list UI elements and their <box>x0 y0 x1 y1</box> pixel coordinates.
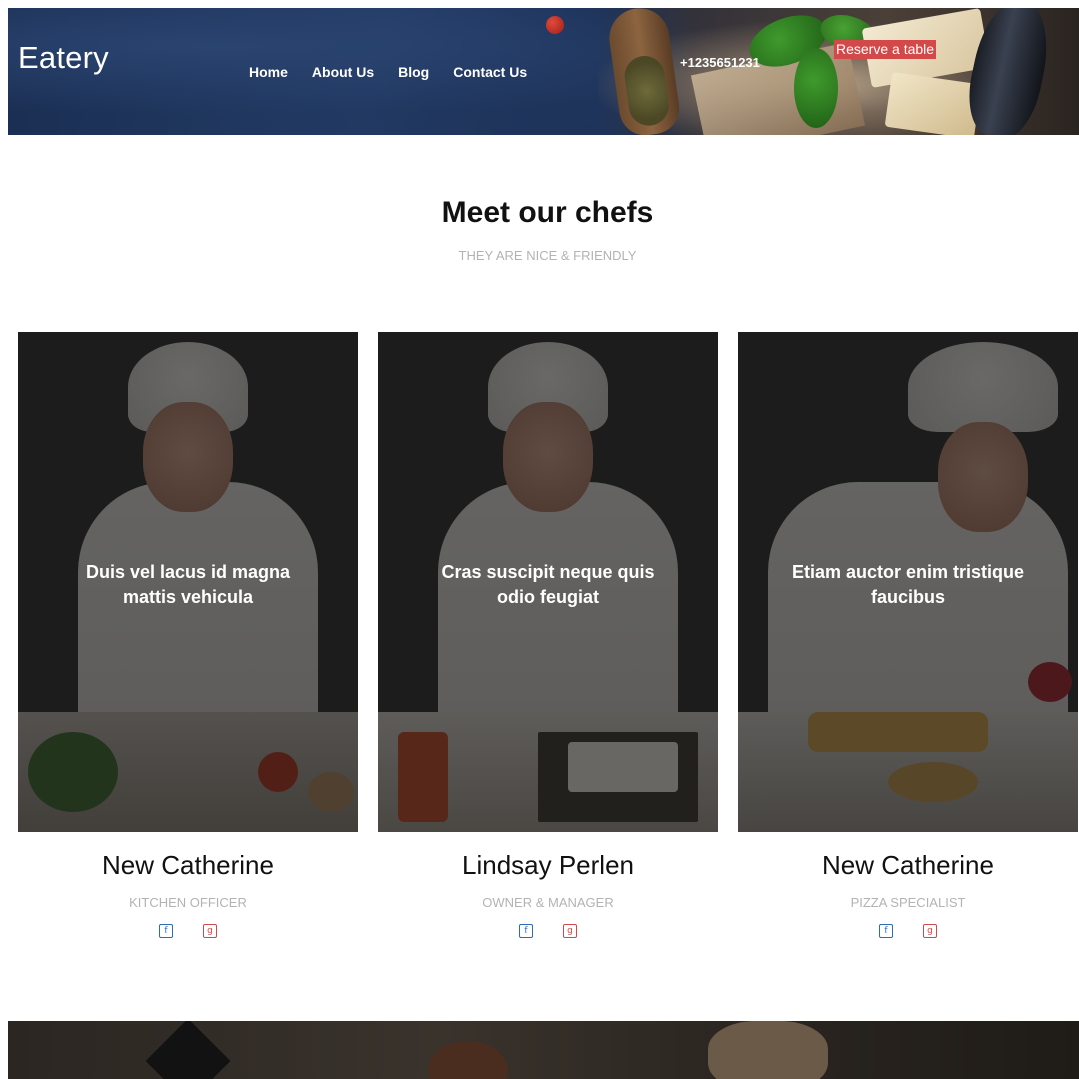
main-nav: Home About Us Blog Contact Us <box>249 64 551 80</box>
nav-about-us[interactable]: About Us <box>312 64 374 80</box>
banner-decor <box>145 1021 231 1079</box>
chef-name: Lindsay Perlen <box>462 850 634 880</box>
banner-decor <box>708 1021 828 1079</box>
chef-photo[interactable]: Etiam auctor enim tristique faucibus <box>738 332 1078 832</box>
site-header: Eatery Home About Us Blog Contact Us +12… <box>8 8 1079 135</box>
section-subtitle: THEY ARE NICE & FRIENDLY <box>458 248 637 263</box>
chef-name: New Catherine <box>102 850 274 880</box>
chef-quote: Cras suscipit neque quis odio feugiat <box>441 562 655 607</box>
google-plus-icon[interactable]: g <box>923 924 937 938</box>
chef-photo[interactable]: Cras suscipit neque quis odio feugiat <box>378 332 718 832</box>
google-plus-icon[interactable]: g <box>563 924 577 938</box>
nav-blog[interactable]: Blog <box>398 64 429 80</box>
chef-card: Duis vel lacus id magna mattis vehicula … <box>18 332 358 938</box>
chef-name: New Catherine <box>822 850 994 880</box>
banner-decor <box>428 1041 508 1079</box>
chef-role: OWNER & MANAGER <box>482 895 614 910</box>
chef-socials: f g <box>738 924 1078 938</box>
chef-photo[interactable]: Duis vel lacus id magna mattis vehicula <box>18 332 358 832</box>
chef-role: KITCHEN OFFICER <box>129 895 247 910</box>
facebook-icon[interactable]: f <box>879 924 893 938</box>
chef-quote: Etiam auctor enim tristique faucibus <box>791 562 1025 607</box>
tomato-decor <box>546 16 564 34</box>
chef-socials: f g <box>18 924 358 938</box>
chef-card: Etiam auctor enim tristique faucibus New… <box>738 332 1078 938</box>
next-section-banner <box>8 1021 1079 1079</box>
google-plus-icon[interactable]: g <box>203 924 217 938</box>
site-logo[interactable]: Eatery <box>18 40 109 76</box>
chef-socials: f g <box>378 924 718 938</box>
reserve-table-button[interactable]: Reserve a table <box>834 40 937 59</box>
nav-home[interactable]: Home <box>249 64 288 80</box>
chef-quote: Duis vel lacus id magna mattis vehicula <box>85 562 291 607</box>
chef-role: PIZZA SPECIALIST <box>850 895 966 910</box>
facebook-icon[interactable]: f <box>159 924 173 938</box>
nav-contact-us[interactable]: Contact Us <box>453 64 527 80</box>
chef-card: Cras suscipit neque quis odio feugiat Li… <box>378 332 718 938</box>
phone-number[interactable]: +1235651231 <box>680 55 760 70</box>
section-title: Meet our chefs <box>441 196 654 229</box>
basil-leaf-decor <box>794 48 838 128</box>
facebook-icon[interactable]: f <box>519 924 533 938</box>
